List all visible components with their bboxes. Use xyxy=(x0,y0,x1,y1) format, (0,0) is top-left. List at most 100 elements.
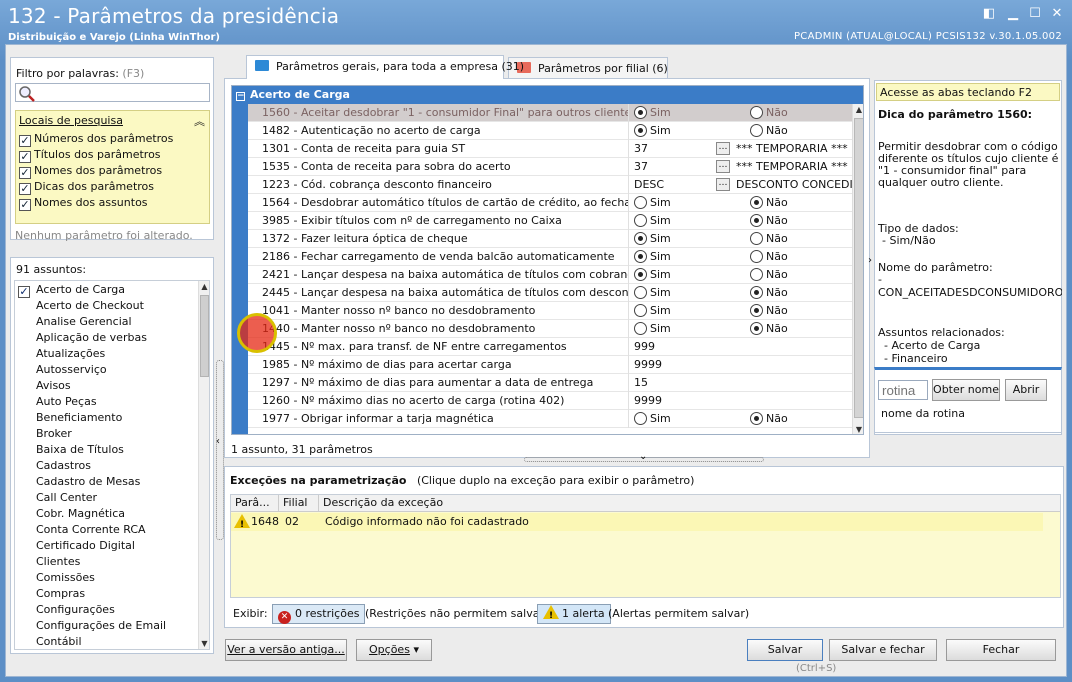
column-description[interactable]: Descrição da exceção xyxy=(319,495,1060,512)
checkbox-icon[interactable]: ✓ xyxy=(19,151,31,163)
subject-item[interactable]: Baixa de Títulos xyxy=(18,442,124,458)
alerts-button[interactable]: 1 alerta xyxy=(537,604,611,625)
param-value[interactable]: 9999 xyxy=(634,358,862,374)
subject-item[interactable]: Configurações xyxy=(18,602,115,618)
radio-yes[interactable]: Sim xyxy=(634,196,671,209)
scroll-down-icon[interactable]: ▼ xyxy=(854,425,863,434)
subject-item[interactable]: Cobr. Magnética xyxy=(18,506,125,522)
subject-item[interactable]: Clientes xyxy=(18,554,80,570)
param-value[interactable]: Sim Não xyxy=(634,196,862,212)
text-value[interactable]: 15 xyxy=(634,376,648,389)
param-row[interactable]: 1041 - Manter nosso nº banco no desdobra… xyxy=(248,302,852,320)
radio-icon[interactable] xyxy=(750,232,763,245)
checkbox-icon[interactable]: ✓ xyxy=(19,199,31,211)
subject-item[interactable]: Configurações de Email xyxy=(18,618,166,634)
ellipsis-button[interactable]: … xyxy=(716,160,730,173)
param-row[interactable]: 1445 - Nº max. para transf. de NF entre … xyxy=(248,338,852,356)
radio-icon[interactable] xyxy=(634,268,647,281)
scroll-up-icon[interactable]: ▲ xyxy=(854,105,863,114)
param-row[interactable]: 1223 - Cód. cobrança desconto financeiro… xyxy=(248,176,863,194)
maximize-icon[interactable]: ☐ xyxy=(1026,6,1044,22)
radio-no[interactable]: Não xyxy=(750,268,788,281)
ellipsis-button[interactable]: … xyxy=(716,142,730,155)
horizontal-splitter[interactable]: ⌄ xyxy=(224,451,1064,463)
radio-icon[interactable] xyxy=(634,322,647,335)
checkbox-icon[interactable]: ✓ xyxy=(19,167,31,179)
radio-icon[interactable] xyxy=(750,124,763,137)
radio-yes[interactable]: Sim xyxy=(634,286,671,299)
radio-icon[interactable] xyxy=(750,214,763,227)
scroll-up-icon[interactable]: ▲ xyxy=(200,282,209,291)
text-value[interactable]: 9999 xyxy=(634,394,662,407)
close-button[interactable]: Fechar xyxy=(946,639,1056,661)
checkbox-icon[interactable]: ✓ xyxy=(19,135,31,147)
subject-item[interactable]: Auto Peças xyxy=(18,394,97,410)
restore-icon[interactable]: ◧ xyxy=(980,6,998,22)
radio-no[interactable]: Não xyxy=(750,412,788,425)
param-row[interactable]: 3985 - Exibir títulos com nº de carregam… xyxy=(248,212,852,230)
radio-icon[interactable] xyxy=(750,286,763,299)
scroll-thumb[interactable] xyxy=(854,118,863,418)
param-row[interactable]: 2186 - Fechar carregamento de venda balc… xyxy=(248,248,852,266)
chevron-right-icon[interactable]: › xyxy=(868,255,872,266)
subject-item[interactable]: Comissões xyxy=(18,570,95,586)
text-value[interactable]: 999 xyxy=(634,340,655,353)
checkbox-icon[interactable]: ✓ xyxy=(19,183,31,195)
subjects-list[interactable]: ✓ Acerto de Carga Acerto de Checkout Analis… xyxy=(14,280,210,650)
radio-no[interactable]: Não xyxy=(750,304,788,317)
param-row[interactable]: 2445 - Lançar despesa na baixa automátic… xyxy=(248,284,852,302)
ellipsis-button[interactable]: … xyxy=(716,178,730,191)
radio-icon[interactable] xyxy=(750,106,763,119)
radio-icon[interactable] xyxy=(634,106,647,119)
close-icon[interactable]: ✕ xyxy=(1048,6,1066,22)
param-value[interactable]: Sim Não xyxy=(634,286,862,302)
subject-item[interactable]: Avisos xyxy=(18,378,71,394)
subject-item[interactable]: Conta Corrente RCA xyxy=(18,522,146,538)
radio-icon[interactable] xyxy=(750,196,763,209)
scroll-down-icon[interactable]: ▼ xyxy=(200,639,209,648)
radio-icon[interactable] xyxy=(750,304,763,317)
column-param[interactable]: Parâ... xyxy=(231,495,279,512)
param-value[interactable]: 15 xyxy=(634,376,862,392)
param-row[interactable]: 1372 - Fazer leitura óptica de cheque Sim… xyxy=(248,230,852,248)
param-row[interactable]: 1301 - Conta de receita para guia ST 37 … *… xyxy=(248,140,852,158)
option-param-names[interactable]: ✓ Nomes dos parâmetros xyxy=(19,163,162,179)
radio-icon[interactable] xyxy=(634,232,647,245)
param-row[interactable]: 1535 - Conta de receita para sobra do ac… xyxy=(248,158,852,176)
param-row[interactable]: 1297 - Nº máximo de dias para aumentar a… xyxy=(248,374,852,392)
save-close-button[interactable]: Salvar e fechar xyxy=(829,639,937,661)
param-value[interactable]: Sim Não xyxy=(634,232,862,248)
subject-item[interactable]: Cadastro de Mesas xyxy=(18,474,140,490)
open-button[interactable]: Abrir xyxy=(1005,379,1047,401)
param-row[interactable]: 1482 - Autenticação no acerto de carga Si… xyxy=(248,122,852,140)
lookup-code[interactable]: 37 xyxy=(634,160,648,173)
radio-icon[interactable] xyxy=(634,412,647,425)
options-button[interactable]: Opções ▾ xyxy=(356,639,432,661)
param-value[interactable]: 37 … *** TEMPORARIA *** xyxy=(634,160,862,176)
subject-item[interactable]: Autosserviço xyxy=(18,362,107,378)
chevron-left-icon[interactable]: ‹ xyxy=(216,436,220,447)
collapse-icon[interactable]: ︽ xyxy=(194,113,205,129)
radio-yes[interactable]: Sim xyxy=(634,124,671,137)
subject-item[interactable]: Call Center xyxy=(18,490,97,506)
subject-item[interactable]: Acerto de Checkout xyxy=(18,298,144,314)
radio-yes[interactable]: Sim xyxy=(634,268,671,281)
radio-yes[interactable]: Sim xyxy=(634,214,671,227)
param-row[interactable]: 1985 - Nº máximo de dias para acertar ca… xyxy=(248,356,852,374)
param-value[interactable]: Sim Não xyxy=(634,322,862,338)
param-value[interactable]: Sim Não xyxy=(634,250,862,266)
radio-icon[interactable] xyxy=(634,304,647,317)
restrictions-button[interactable]: ✕ 0 restrições xyxy=(272,604,366,624)
param-row[interactable]: 1564 - Desdobrar automático títulos de c… xyxy=(248,194,852,212)
param-value[interactable]: 999 xyxy=(634,340,862,356)
group-header[interactable]: − Acerto de Carga xyxy=(232,86,863,104)
radio-icon[interactable] xyxy=(750,268,763,281)
column-filial[interactable]: Filial xyxy=(279,495,319,512)
subject-item[interactable]: Compras xyxy=(18,586,85,602)
param-value[interactable]: Sim Não xyxy=(634,124,862,140)
radio-icon[interactable] xyxy=(634,196,647,209)
minimize-icon[interactable]: ▁ xyxy=(1004,6,1022,22)
subject-item[interactable]: Atualizações xyxy=(18,346,105,362)
radio-yes[interactable]: Sim xyxy=(634,322,671,335)
scroll-thumb[interactable] xyxy=(200,295,209,377)
